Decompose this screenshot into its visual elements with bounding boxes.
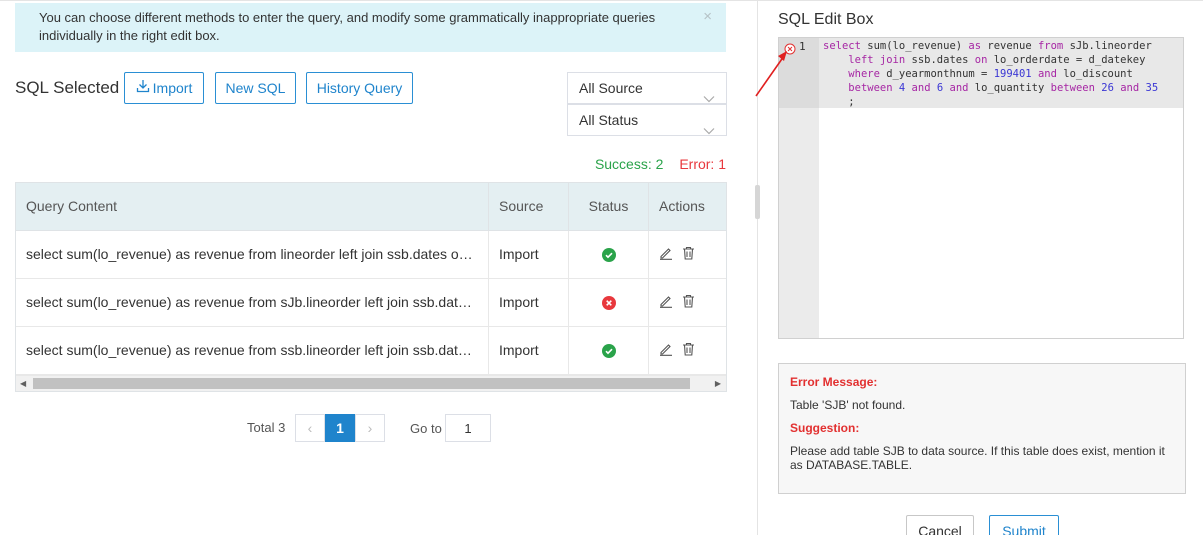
table-header: Query Content Source Status Actions	[16, 183, 726, 231]
edit-icon[interactable]	[659, 232, 673, 278]
error-message-heading: Error Message:	[790, 375, 878, 389]
status-cell	[569, 327, 649, 374]
status-cell	[569, 231, 649, 278]
prev-page-button[interactable]: ‹	[295, 414, 325, 442]
cancel-button[interactable]: Cancel	[906, 515, 974, 535]
pagination-total: Total 3	[247, 420, 286, 435]
sql-edit-box-title: SQL Edit Box	[778, 11, 874, 28]
sql-selected-title: SQL Selected	[15, 78, 120, 97]
query-content-cell[interactable]: select sum(lo_revenue) as revenue from s…	[16, 279, 489, 326]
check-circle-icon	[601, 344, 616, 359]
status-filter-value: All Status	[579, 112, 639, 128]
close-icon[interactable]: ×	[703, 8, 712, 26]
column-header-status[interactable]: Status	[569, 183, 649, 230]
source-cell: Import	[489, 231, 569, 278]
scroll-left-arrow-icon[interactable]: ◀	[20, 379, 26, 388]
top-border	[0, 0, 1203, 1]
info-banner-text: You can choose different methods to ente…	[39, 10, 656, 43]
result-counts: Success: 2 Error: 1	[595, 156, 726, 172]
column-header-query-content[interactable]: Query Content	[16, 183, 489, 230]
submit-button[interactable]: Submit	[989, 515, 1059, 535]
source-filter-select[interactable]: All Source	[567, 72, 727, 104]
edit-icon[interactable]	[659, 280, 673, 326]
table-row[interactable]: select sum(lo_revenue) as revenue from s…	[16, 327, 726, 375]
import-button[interactable]: Import	[124, 72, 204, 104]
suggestion-text: Please add table SJB to data source. If …	[790, 444, 1165, 472]
source-cell: Import	[489, 279, 569, 326]
current-page-button[interactable]: 1	[325, 414, 355, 442]
horizontal-scrollbar[interactable]: ◀ ▶	[16, 375, 726, 391]
status-filter-select[interactable]: All Status	[567, 104, 727, 136]
suggestion-heading: Suggestion:	[790, 421, 860, 435]
actions-cell	[649, 279, 726, 326]
resize-handle[interactable]	[755, 185, 760, 219]
sql-code[interactable]: select sum(lo_revenue) as revenue from s…	[823, 39, 1158, 109]
source-cell: Import	[489, 327, 569, 374]
history-query-button[interactable]: History Query	[306, 72, 413, 104]
error-message-panel: Error Message: Table 'SJB' not found. Su…	[778, 363, 1186, 494]
download-icon	[136, 73, 150, 103]
query-table: Query Content Source Status Actions sele…	[15, 182, 727, 392]
goto-page-input[interactable]	[445, 414, 491, 442]
import-button-label: Import	[152, 80, 193, 96]
column-header-actions: Actions	[659, 198, 705, 214]
table-row[interactable]: select sum(lo_revenue) as revenue from s…	[16, 279, 726, 327]
check-circle-icon	[601, 248, 616, 263]
success-count: Success: 2	[594, 156, 664, 172]
scroll-right-arrow-icon[interactable]: ▶	[715, 379, 721, 388]
next-page-button[interactable]: ›	[355, 414, 385, 442]
query-content-cell[interactable]: select sum(lo_revenue) as revenue from s…	[16, 327, 489, 374]
trash-icon[interactable]	[682, 232, 695, 278]
sql-import-page: You can choose different methods to ente…	[0, 0, 1203, 535]
source-filter-value: All Source	[579, 80, 643, 96]
info-banner: You can choose different methods to ente…	[15, 3, 726, 52]
status-cell	[569, 279, 649, 326]
sql-code-editor[interactable]: 1 select sum(lo_revenue) as revenue from…	[778, 37, 1184, 339]
query-content-cell[interactable]: select sum(lo_revenue) as revenue from l…	[16, 231, 489, 278]
actions-cell	[649, 327, 726, 374]
actions-cell	[649, 231, 726, 278]
trash-icon[interactable]	[682, 280, 695, 326]
error-message-text: Table 'SJB' not found.	[790, 398, 906, 412]
error-circle-icon	[601, 296, 616, 311]
column-header-source[interactable]: Source	[489, 183, 569, 230]
scrollbar-thumb[interactable]	[33, 378, 690, 389]
annotation-arrow-icon	[755, 51, 787, 97]
table-row[interactable]: select sum(lo_revenue) as revenue from l…	[16, 231, 726, 279]
error-count: Error: 1	[679, 156, 726, 172]
new-sql-button[interactable]: New SQL	[215, 72, 296, 104]
edit-icon[interactable]	[659, 328, 673, 374]
chevron-down-icon	[703, 115, 715, 145]
line-number: 1	[799, 40, 806, 53]
trash-icon[interactable]	[682, 328, 695, 374]
goto-label: Go to	[410, 421, 442, 436]
